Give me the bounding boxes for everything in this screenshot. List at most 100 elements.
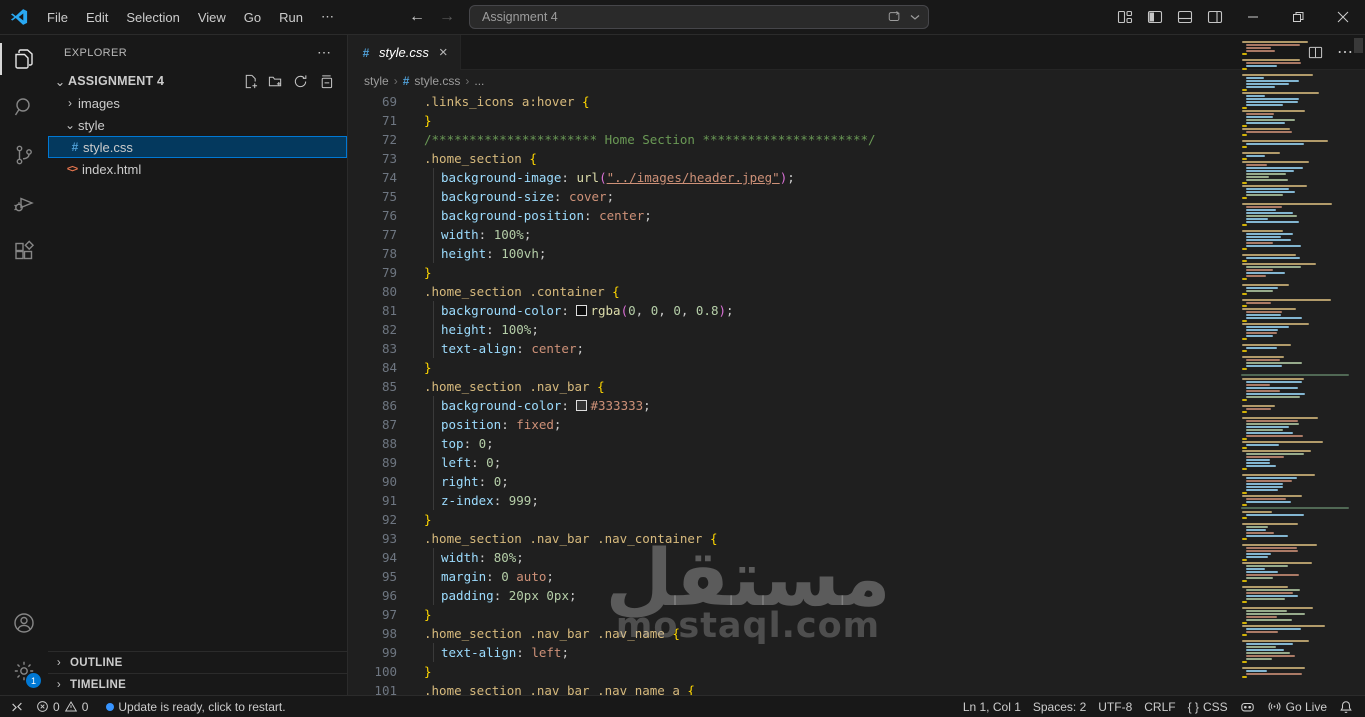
- code-line[interactable]: 76 background-position: center;: [348, 206, 1365, 225]
- code-line[interactable]: 80 .home_section .container {: [348, 282, 1365, 301]
- code-line[interactable]: 97}: [348, 605, 1365, 624]
- code-line[interactable]: 94 width: 80%;: [348, 548, 1365, 567]
- code-line[interactable]: 75 background-size: cover;: [348, 187, 1365, 206]
- line-number[interactable]: 69: [348, 92, 397, 111]
- code-line[interactable]: 91 z-index: 999;: [348, 491, 1365, 510]
- line-number[interactable]: 78: [348, 244, 397, 263]
- line-number[interactable]: 91: [348, 491, 397, 510]
- minimize-button[interactable]: [1230, 0, 1275, 35]
- source-control-icon[interactable]: [0, 131, 48, 179]
- tab-style-css[interactable]: # style.css ×: [348, 35, 461, 70]
- line-number[interactable]: 99: [348, 643, 397, 662]
- code-line[interactable]: 82 height: 100%;: [348, 320, 1365, 339]
- cursor-position[interactable]: Ln 1, Col 1: [957, 696, 1027, 717]
- line-number[interactable]: 97: [348, 605, 397, 624]
- toggle-secondary-sidebar-icon[interactable]: [1200, 0, 1230, 35]
- code-line[interactable]: 100}: [348, 662, 1365, 681]
- collapse-all-icon[interactable]: [318, 74, 333, 89]
- code-line[interactable]: 69 .links_icons a:hover {: [348, 92, 1365, 111]
- line-number[interactable]: 73: [348, 149, 397, 168]
- code-line[interactable]: 92}: [348, 510, 1365, 529]
- menu-file[interactable]: File: [38, 0, 77, 35]
- menu-view[interactable]: View: [189, 0, 235, 35]
- line-number[interactable]: 75: [348, 187, 397, 206]
- language-mode[interactable]: { } CSS: [1182, 696, 1234, 717]
- code-line[interactable]: 85 .home_section .nav_bar {: [348, 377, 1365, 396]
- breadcrumb-file[interactable]: style.css: [414, 74, 460, 88]
- workspace-section-header[interactable]: ⌄ ASSIGNMENT 4: [48, 70, 347, 92]
- sidebar-more-icon[interactable]: ⋯: [317, 44, 331, 61]
- code-line[interactable]: 99 text-align: left;: [348, 643, 1365, 662]
- line-number[interactable]: 81: [348, 301, 397, 320]
- breadcrumb-folder[interactable]: style: [364, 74, 389, 88]
- code-line[interactable]: 87 position: fixed;: [348, 415, 1365, 434]
- code-line[interactable]: 79}: [348, 263, 1365, 282]
- search-icon[interactable]: [0, 83, 48, 131]
- notifications-bell-icon[interactable]: [1333, 696, 1359, 717]
- line-number[interactable]: 90: [348, 472, 397, 491]
- line-number[interactable]: 86: [348, 396, 397, 415]
- restore-button[interactable]: [1275, 0, 1320, 35]
- tree-item-images[interactable]: › images: [48, 92, 347, 114]
- line-number[interactable]: 72: [348, 130, 397, 149]
- toggle-panel-icon[interactable]: [1170, 0, 1200, 35]
- nav-back-icon[interactable]: ←: [409, 8, 425, 26]
- editor-scrollbar[interactable]: [1351, 35, 1365, 695]
- breadcrumb-symbol[interactable]: ...: [474, 74, 484, 88]
- chevron-down-icon[interactable]: [910, 13, 920, 21]
- code-line[interactable]: 74 background-image: url("../images/heade…: [348, 168, 1365, 187]
- code-line[interactable]: 89 left: 0;: [348, 453, 1365, 472]
- tree-item-index-html[interactable]: <> index.html: [48, 158, 347, 180]
- code-editor[interactable]: 69 .links_icons a:hover {71} 72/**********…: [348, 92, 1365, 695]
- line-number[interactable]: 88: [348, 434, 397, 453]
- command-center-search[interactable]: Assignment 4: [469, 5, 929, 29]
- code-line[interactable]: 95 margin: 0 auto;: [348, 567, 1365, 586]
- line-number[interactable]: 95: [348, 567, 397, 586]
- line-number[interactable]: 92: [348, 510, 397, 529]
- settings-gear-icon[interactable]: 1: [0, 647, 48, 695]
- color-swatch[interactable]: [576, 400, 588, 411]
- new-folder-icon[interactable]: [268, 74, 283, 89]
- extension-status-icon[interactable]: [1234, 696, 1261, 717]
- code-line[interactable]: 77 width: 100%;: [348, 225, 1365, 244]
- copilot-icon[interactable]: [887, 10, 902, 24]
- accounts-icon[interactable]: [0, 599, 48, 647]
- line-number[interactable]: 83: [348, 339, 397, 358]
- menu-run[interactable]: Run: [270, 0, 312, 35]
- code-line[interactable]: 98 .home_section .nav_bar .nav_name {: [348, 624, 1365, 643]
- menu-selection[interactable]: Selection: [117, 0, 188, 35]
- tree-item-style[interactable]: ⌄ style: [48, 114, 347, 136]
- code-line[interactable]: 93 .home_section .nav_bar .nav_container …: [348, 529, 1365, 548]
- indentation-setting[interactable]: Spaces: 2: [1027, 696, 1092, 717]
- line-number[interactable]: 93: [348, 529, 397, 548]
- code-line[interactable]: 88 top: 0;: [348, 434, 1365, 453]
- line-number[interactable]: 84: [348, 358, 397, 377]
- timeline-panel-header[interactable]: › TIMELINE: [48, 673, 347, 695]
- remote-indicator[interactable]: [0, 696, 30, 717]
- color-swatch[interactable]: [576, 305, 588, 316]
- line-number[interactable]: 101: [348, 681, 397, 695]
- code-line[interactable]: 90 right: 0;: [348, 472, 1365, 491]
- minimap[interactable]: [1239, 35, 1351, 695]
- menu-go[interactable]: Go: [235, 0, 270, 35]
- code-line[interactable]: 73 .home_section {: [348, 149, 1365, 168]
- update-message[interactable]: Update is ready, click to restart.: [100, 696, 291, 717]
- line-number[interactable]: 74: [348, 168, 397, 187]
- line-number[interactable]: 100: [348, 662, 397, 681]
- explorer-icon[interactable]: [0, 35, 48, 83]
- tree-item-style-css[interactable]: # style.css: [48, 136, 347, 158]
- line-number[interactable]: 98: [348, 624, 397, 643]
- problems-indicator[interactable]: 0 0: [30, 696, 94, 717]
- go-live-button[interactable]: Go Live: [1261, 696, 1333, 717]
- line-number[interactable]: 89: [348, 453, 397, 472]
- outline-panel-header[interactable]: › OUTLINE: [48, 651, 347, 673]
- code-line[interactable]: 96 padding: 20px 0px;: [348, 586, 1365, 605]
- tab-close-icon[interactable]: ×: [437, 44, 450, 61]
- code-line[interactable]: 101 .home_section .nav_bar .nav_name a {: [348, 681, 1365, 695]
- refresh-icon[interactable]: [293, 74, 308, 89]
- close-window-button[interactable]: [1320, 0, 1365, 35]
- line-number[interactable]: 85: [348, 377, 397, 396]
- code-line[interactable]: 86 background-color: #333333;: [348, 396, 1365, 415]
- code-line[interactable]: 78 height: 100vh;: [348, 244, 1365, 263]
- breadcrumb[interactable]: style › # style.css › ...: [348, 70, 1365, 92]
